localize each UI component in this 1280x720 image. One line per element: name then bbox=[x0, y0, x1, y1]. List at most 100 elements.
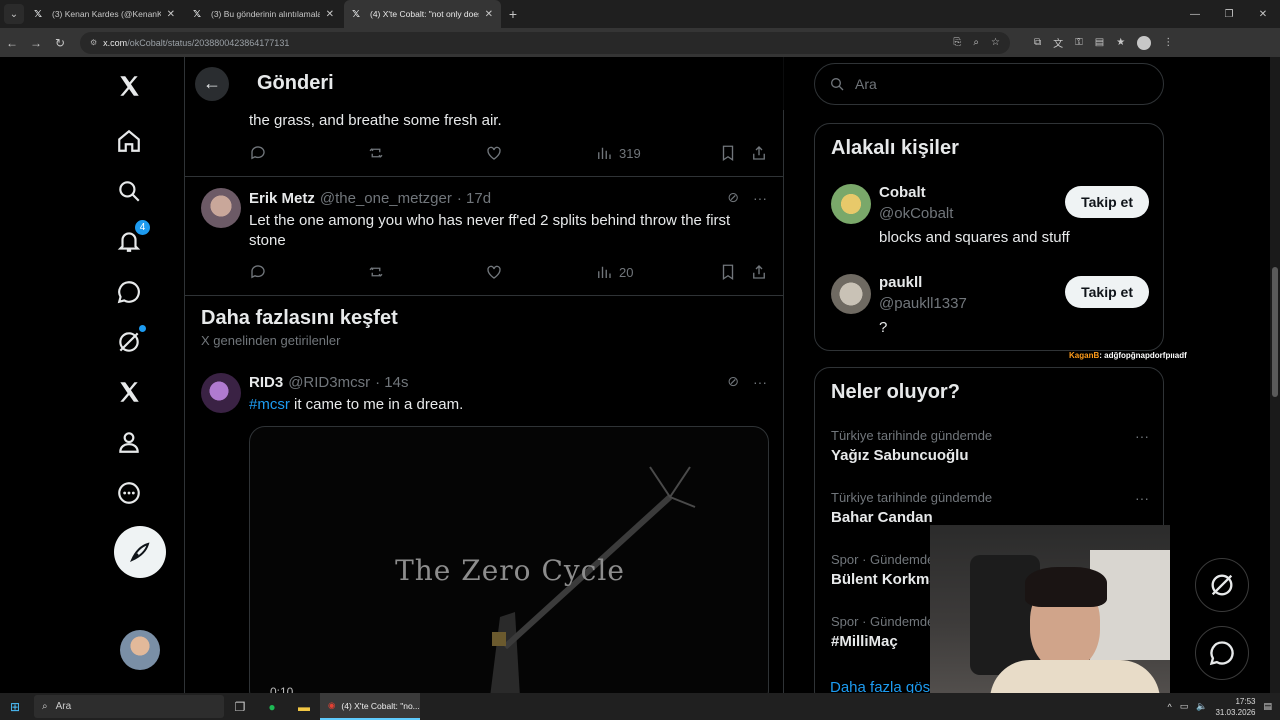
grok-icon[interactable] bbox=[114, 325, 146, 357]
reply-icon[interactable] bbox=[249, 263, 367, 281]
more-icon[interactable]: ··· bbox=[753, 190, 767, 206]
address-bar[interactable]: ⚙ x.com /okCobalt/status/203880042386417… bbox=[80, 31, 1010, 54]
extension-icon[interactable]: ⧉ bbox=[1034, 37, 1041, 48]
menu-kebab-icon[interactable]: ⋮ bbox=[1163, 37, 1173, 48]
like-icon[interactable] bbox=[485, 144, 595, 162]
avatar[interactable] bbox=[831, 274, 871, 314]
tab-close-icon[interactable]: ✕ bbox=[326, 9, 334, 20]
profile-icon[interactable] bbox=[114, 427, 144, 457]
spotify-icon[interactable]: ● bbox=[256, 700, 288, 714]
reload-icon[interactable]: ↻ bbox=[48, 36, 72, 50]
tweet-time[interactable]: · 14s bbox=[375, 374, 408, 391]
more-icon[interactable]: ··· bbox=[753, 374, 767, 390]
back-icon[interactable]: ← bbox=[0, 36, 24, 50]
volume-icon[interactable]: 🔈 bbox=[1196, 701, 1207, 712]
windows-start-icon[interactable]: ⊞ bbox=[0, 700, 30, 714]
like-icon[interactable] bbox=[485, 263, 595, 281]
grok-icon[interactable]: ⊘ bbox=[727, 373, 739, 390]
trend-category: Türkiye tarihinde gündemde bbox=[831, 428, 993, 443]
tab-search-icon[interactable]: ⌄ bbox=[4, 4, 24, 24]
os-taskbar: ⊞ ⌕ Ara ❐ ● ▬ ◉ (4) X'te Cobalt: "no... … bbox=[0, 693, 1280, 720]
avatar[interactable] bbox=[201, 188, 241, 228]
home-icon[interactable] bbox=[114, 126, 144, 156]
author-handle[interactable]: @RID3mcsr bbox=[288, 374, 370, 391]
repost-icon[interactable] bbox=[367, 144, 485, 162]
bookmark-icon[interactable] bbox=[719, 263, 750, 281]
page-header: ← Gönderi bbox=[185, 57, 784, 110]
bookmark-icon[interactable] bbox=[719, 144, 750, 162]
search-icon bbox=[831, 78, 844, 91]
x-logo-icon[interactable] bbox=[114, 71, 144, 101]
more-icon[interactable]: ··· bbox=[1135, 490, 1149, 506]
network-icon[interactable]: ▭ bbox=[1180, 701, 1189, 712]
url-host: x.com bbox=[103, 37, 128, 48]
notification-center-icon[interactable]: ▤ bbox=[1263, 701, 1272, 712]
bookmarks-icon[interactable]: ★ bbox=[1116, 37, 1125, 48]
zoom-icon[interactable]: ⌕ bbox=[973, 37, 979, 48]
page-scrollbar[interactable] bbox=[1270, 57, 1280, 693]
person-name[interactable]: Cobalt bbox=[879, 184, 926, 201]
restore-icon[interactable]: ❐ bbox=[1212, 9, 1246, 20]
install-app-icon[interactable]: ⎘ bbox=[953, 37, 961, 48]
messages-icon[interactable] bbox=[114, 277, 144, 307]
author-handle[interactable]: @the_one_metzger bbox=[320, 190, 452, 207]
browser-tab-3[interactable]: 𝕏 (4) X'te Cobalt: "not only does t ✕ bbox=[344, 0, 501, 28]
post-button[interactable] bbox=[114, 526, 166, 578]
grok-icon[interactable]: ⊘ bbox=[727, 189, 739, 206]
views-stat[interactable]: 319 bbox=[595, 144, 719, 162]
grok-float-button[interactable] bbox=[1195, 558, 1249, 612]
premium-x-icon[interactable] bbox=[114, 377, 144, 407]
author-name[interactable]: RID3 bbox=[249, 374, 283, 391]
tab-close-icon[interactable]: ✕ bbox=[167, 9, 175, 20]
search-icon[interactable] bbox=[114, 176, 144, 206]
page-title: Gönderi bbox=[257, 72, 334, 94]
views-stat[interactable]: 20 bbox=[595, 263, 719, 281]
clock[interactable]: 17:53 31.03.2026 bbox=[1215, 696, 1255, 718]
task-view-icon[interactable]: ❐ bbox=[224, 700, 256, 714]
tab-close-icon[interactable]: ✕ bbox=[485, 9, 493, 20]
person-name[interactable]: paukll bbox=[879, 274, 922, 291]
avatar[interactable] bbox=[201, 373, 241, 413]
browser-tab-2[interactable]: 𝕏 (3) Bu gönderinin alıntılamaları ✕ bbox=[185, 0, 342, 28]
author-name[interactable]: Erik Metz bbox=[249, 190, 315, 207]
notifications-icon[interactable]: 4 bbox=[114, 220, 150, 256]
taskbar-chrome-window[interactable]: ◉ (4) X'te Cobalt: "no... bbox=[320, 693, 420, 720]
share-icon[interactable] bbox=[750, 263, 768, 281]
trend-item[interactable]: Türkiye tarihinde gündemde Bahar Candan … bbox=[831, 490, 1149, 526]
trend-item[interactable]: Türkiye tarihinde gündemde Yağız Sabuncu… bbox=[831, 428, 1149, 464]
bookmark-star-icon[interactable]: ☆ bbox=[991, 37, 1000, 48]
messages-float-button[interactable] bbox=[1195, 626, 1249, 680]
file-explorer-icon[interactable]: ▬ bbox=[288, 700, 320, 714]
browser-tab-1[interactable]: 𝕏 (3) Kenan Kardes (@KenanKardes ✕ bbox=[26, 0, 183, 28]
follow-button[interactable]: Takip et bbox=[1065, 276, 1149, 308]
scrollbar-thumb[interactable] bbox=[1272, 267, 1278, 397]
more-circle-icon[interactable] bbox=[114, 478, 144, 508]
account-avatar[interactable] bbox=[120, 630, 160, 670]
password-key-icon[interactable]: ⚿ bbox=[1075, 37, 1083, 48]
tray-chevron-icon[interactable]: ^ bbox=[1167, 702, 1171, 712]
profile-icon[interactable] bbox=[1137, 35, 1152, 50]
tweet-video[interactable]: The Zero Cycle 0:10 bbox=[249, 426, 769, 693]
new-tab-icon[interactable]: + bbox=[501, 6, 525, 22]
close-window-icon[interactable]: ✕ bbox=[1246, 9, 1280, 20]
translate-icon[interactable]: 文 bbox=[1053, 35, 1063, 50]
taskbar-search[interactable]: ⌕ Ara bbox=[34, 695, 224, 718]
left-nav: 4 bbox=[100, 57, 180, 693]
person-handle[interactable]: @okCobalt bbox=[879, 205, 953, 222]
reading-list-icon[interactable]: ▤ bbox=[1095, 37, 1104, 48]
tweet-time[interactable]: · 17d bbox=[457, 190, 491, 207]
forward-icon[interactable]: → bbox=[24, 36, 48, 50]
reply-icon[interactable] bbox=[249, 144, 367, 162]
search-input[interactable]: Ara bbox=[814, 63, 1164, 105]
minimize-icon[interactable]: — bbox=[1178, 9, 1212, 20]
person-handle[interactable]: @paukll1337 bbox=[879, 295, 967, 312]
avatar[interactable] bbox=[831, 184, 871, 224]
follow-button[interactable]: Takip et bbox=[1065, 186, 1149, 218]
share-icon[interactable] bbox=[750, 144, 768, 162]
back-arrow-icon[interactable]: ← bbox=[195, 66, 229, 101]
site-info-icon[interactable]: ⚙ bbox=[90, 38, 97, 47]
more-icon[interactable]: ··· bbox=[1135, 428, 1149, 444]
repost-icon[interactable] bbox=[367, 263, 485, 281]
tweet-header: RID3 @RID3mcsr · 14s bbox=[249, 374, 408, 391]
hashtag-link[interactable]: #mcsr bbox=[249, 396, 290, 413]
